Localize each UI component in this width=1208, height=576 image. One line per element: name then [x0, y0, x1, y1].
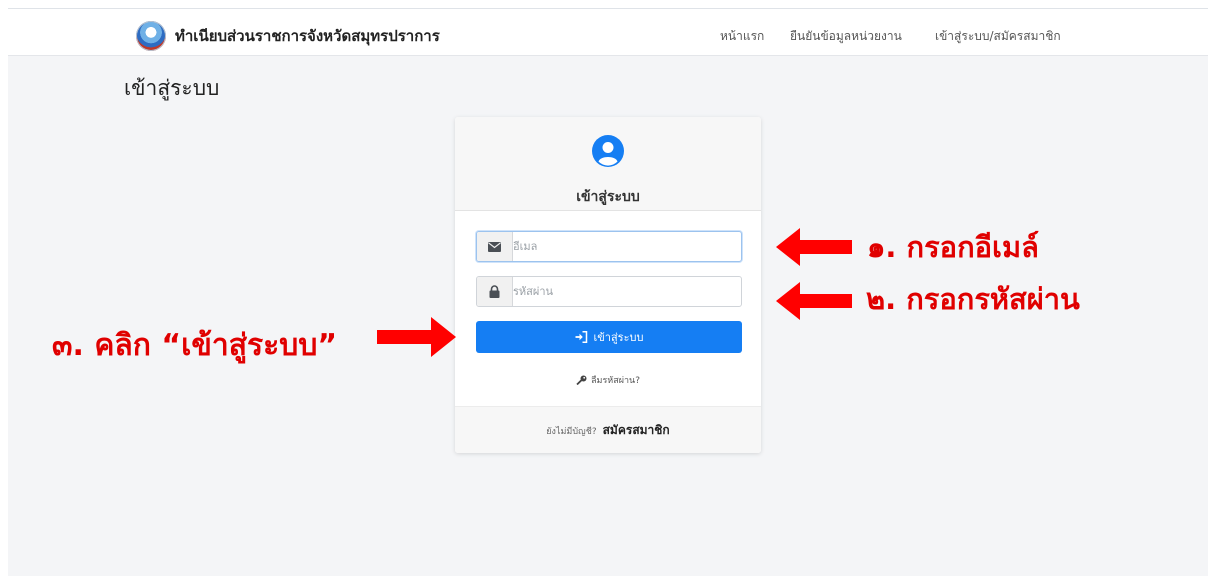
annotation-step1: ๑. กรอกอีเมล์ [867, 230, 1039, 264]
brand-name: ทำเนียบส่วนราชการจังหวัดสมุทรปราการ [175, 27, 440, 45]
no-account-text: ยังไม่มีบัญชี? [546, 426, 597, 437]
page-title: เข้าสู่ระบบ [124, 76, 220, 100]
register-link[interactable]: สมัครสมาชิก [603, 421, 670, 440]
arrow-left-icon-step2 [776, 282, 852, 320]
nav-login-register[interactable]: เข้าสู่ระบบ/สมัครสมาชิก [935, 27, 1061, 46]
login-card-title: เข้าสู่ระบบ [576, 189, 640, 205]
arrow-right-icon-step3 [377, 317, 456, 357]
email-input[interactable] [513, 232, 739, 261]
key-icon [576, 375, 587, 385]
lock-icon [477, 277, 513, 306]
window-left-edge [0, 0, 8, 576]
annotation-step3: ๓. คลิก “เข้าสู่ระบบ” [52, 328, 338, 363]
login-button[interactable]: เข้าสู่ระบบ [476, 321, 742, 353]
forgot-password-link[interactable]: ลืมรหัสผ่าน? [455, 373, 761, 387]
envelope-icon [477, 232, 513, 261]
email-field-group [476, 231, 742, 262]
province-seal-icon [136, 21, 166, 51]
brand-link[interactable]: ทำเนียบส่วนราชการจังหวัดสมุทรปราการ [136, 21, 440, 51]
login-card-header: เข้าสู่ระบบ [455, 117, 761, 211]
password-field-group [476, 276, 742, 307]
forgot-password-label: ลืมรหัสผ่าน? [591, 376, 640, 386]
login-card: เข้าสู่ระบบ เข้าสู่ระบบ [455, 117, 761, 453]
arrow-left-icon-step1 [776, 228, 852, 266]
top-navbar: ทำเนียบส่วนราชการจังหวัดสมุทรปราการ หน้า… [8, 8, 1208, 56]
nav-home[interactable]: หน้าแรก [720, 27, 764, 46]
login-button-label: เข้าสู่ระบบ [593, 331, 644, 344]
sign-in-icon [575, 331, 587, 343]
nav-verify-agency[interactable]: ยืนยันข้อมูลหน่วยงาน [790, 27, 902, 46]
window-top-edge [0, 0, 1208, 8]
password-input[interactable] [513, 277, 739, 306]
login-card-footer: ยังไม่มีบัญชี? สมัครสมาชิก [455, 406, 761, 453]
user-circle-icon [592, 135, 624, 167]
annotation-step2: ๒. กรอกรหัสผ่าน [866, 282, 1080, 316]
